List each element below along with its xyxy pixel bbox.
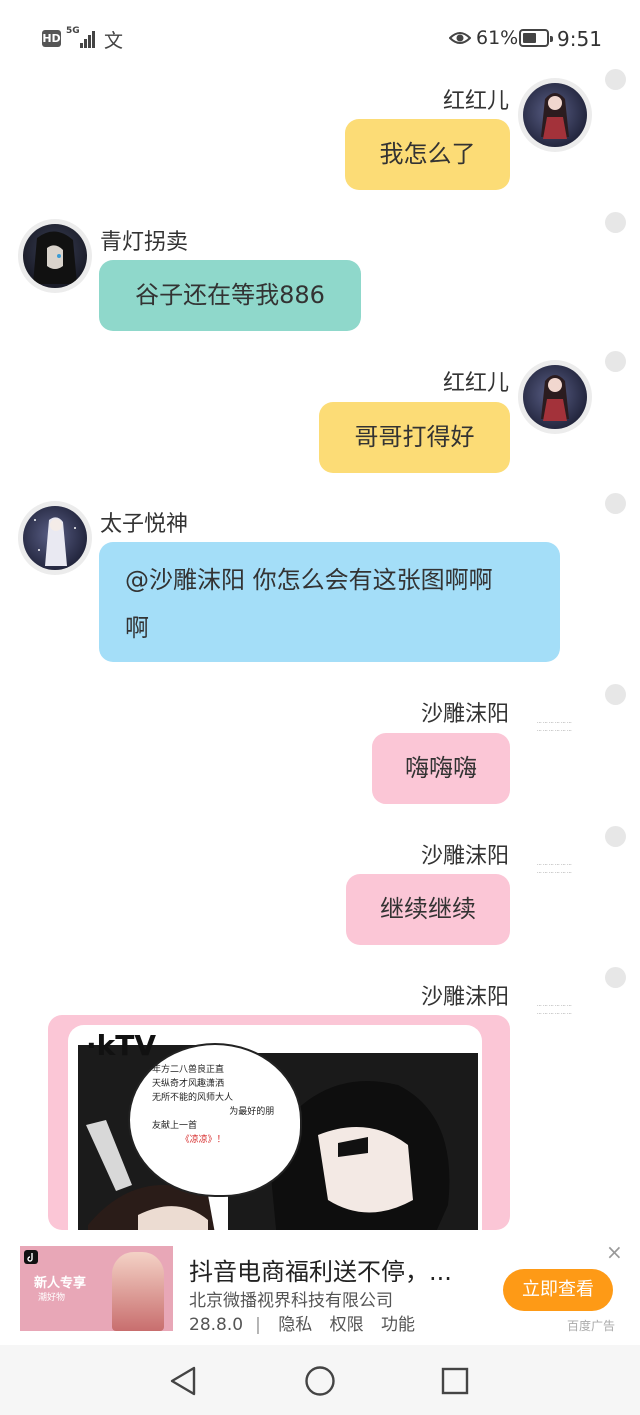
select-dot[interactable] xyxy=(605,69,626,90)
tiktok-icon xyxy=(24,1250,38,1264)
ad-permissions-link[interactable]: 权限 xyxy=(330,1315,364,1335)
network-type: 5G xyxy=(66,26,80,36)
ad-thumb-sub: 潮好物 xyxy=(38,1293,66,1303)
select-dot[interactable] xyxy=(605,212,626,233)
message-bubble[interactable]: 嗨嗨嗨 xyxy=(372,733,510,804)
message-bubble[interactable]: 哥哥打得好 xyxy=(319,402,510,473)
close-icon[interactable]: × xyxy=(606,1242,623,1262)
battery-percent: 61% xyxy=(476,27,519,49)
avatar[interactable]: ⋯⋯⋯⋯⋯⋯ ⋯⋯⋯⋯⋯⋯ xyxy=(518,691,592,765)
sender-name: 沙雕沫阳 xyxy=(420,844,509,869)
clock: 9:51 xyxy=(557,27,602,51)
comic-image[interactable]: ·kTV 年方二八兽良正直 天纵奇才风趣潇洒 无所不能的风师大人 为最好的朋 友… xyxy=(68,1025,482,1230)
battery-icon xyxy=(519,29,553,47)
avatar[interactable]: ⋯⋯⋯⋯⋯⋯ ⋯⋯⋯⋯⋯⋯ xyxy=(518,974,592,1048)
message-bubble[interactable]: @沙雕沫阳 你怎么会有这张图啊啊 啊 xyxy=(99,542,560,662)
hd-indicator: HD xyxy=(42,30,61,47)
ad-thumb-tag: 新人专享 xyxy=(34,1276,87,1291)
sender-name: 太子悦神 xyxy=(100,512,189,537)
select-dot[interactable] xyxy=(605,351,626,372)
ad-version: 28.8.0 xyxy=(189,1315,244,1335)
select-dot[interactable] xyxy=(605,967,626,988)
ad-person-image xyxy=(112,1252,164,1331)
back-icon[interactable] xyxy=(168,1365,198,1397)
select-dot[interactable] xyxy=(605,826,626,847)
avatar[interactable] xyxy=(18,219,92,293)
ad-cta-button[interactable]: 立即查看 xyxy=(503,1269,613,1311)
avatar[interactable] xyxy=(18,501,92,575)
ad-privacy-link[interactable]: 隐私 xyxy=(278,1315,312,1335)
avatar[interactable]: ⋯⋯⋯⋯⋯⋯ ⋯⋯⋯⋯⋯⋯ xyxy=(518,833,592,907)
signal-icon xyxy=(80,30,98,48)
status-bar: HD 5G 文 61% 9:51 xyxy=(0,0,640,78)
ad-company: 北京微播视界科技有限公司 xyxy=(189,1291,393,1311)
ad-label: 百度广告 xyxy=(567,1319,616,1333)
select-dot[interactable] xyxy=(605,684,626,705)
ad-title[interactable]: 抖音电商福利送不停，... xyxy=(189,1252,452,1287)
message-bubble[interactable]: 谷子还在等我886 xyxy=(99,260,361,331)
sender-name: 青灯拐卖 xyxy=(100,230,189,255)
eye-comfort-icon xyxy=(449,32,471,44)
message-bubble[interactable]: 我怎么了 xyxy=(345,119,510,190)
ad-meta: 28.8.0 | 隐私 权限 功能 xyxy=(189,1315,416,1335)
select-dot[interactable] xyxy=(605,493,626,514)
message-text: @沙雕沫阳 你怎么会有这张图啊啊 xyxy=(125,566,493,594)
sender-name: 沙雕沫阳 xyxy=(420,702,509,727)
image-message[interactable]: ·kTV 年方二八兽良正直 天纵奇才风趣潇洒 无所不能的风师大人 为最好的朋 友… xyxy=(48,1015,510,1230)
ad-features-link[interactable]: 功能 xyxy=(381,1315,415,1335)
message-text: 啊 xyxy=(125,614,149,642)
sender-name: 红红儿 xyxy=(442,89,509,114)
ad-banner[interactable]: 新人专享 潮好物 抖音电商福利送不停，... 北京微播视界科技有限公司 28.8… xyxy=(0,1230,640,1345)
avatar[interactable] xyxy=(518,78,592,152)
avatar[interactable] xyxy=(518,360,592,434)
sender-name: 沙雕沫阳 xyxy=(420,985,509,1010)
navigation-bar xyxy=(0,1345,640,1415)
speech-text: 年方二八兽良正直 天纵奇才风趣潇洒 无所不能的风师大人 为最好的朋 友献上一首 … xyxy=(152,1065,275,1145)
input-method-indicator: 文 xyxy=(104,30,124,52)
recents-icon[interactable] xyxy=(441,1367,469,1395)
sender-name: 红红儿 xyxy=(442,371,509,396)
ktv-label: ·kTV xyxy=(86,1029,157,1062)
ad-thumbnail[interactable]: 新人专享 潮好物 xyxy=(20,1246,173,1331)
message-bubble[interactable]: 继续继续 xyxy=(346,874,510,945)
home-icon[interactable] xyxy=(304,1365,336,1397)
